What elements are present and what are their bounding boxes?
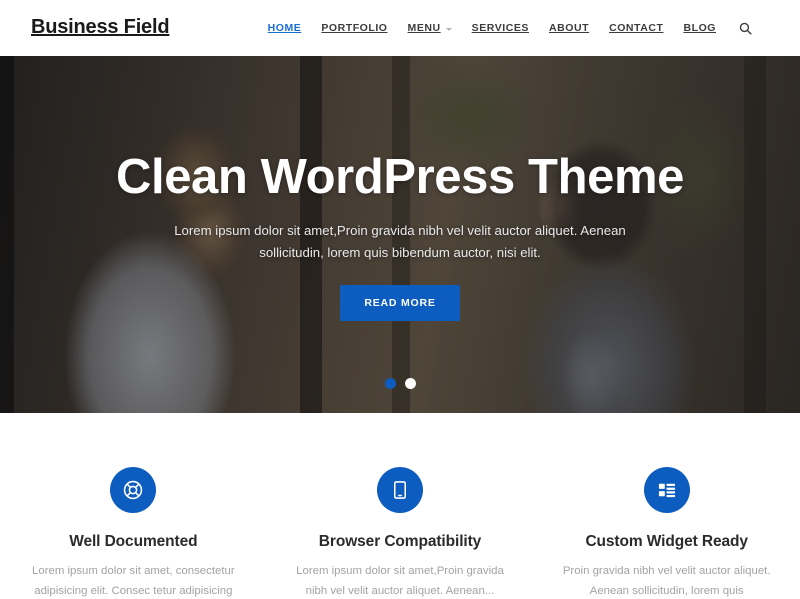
nav-item-label: CONTACT (609, 22, 664, 34)
nav-item-blog[interactable]: BLOG (673, 22, 726, 34)
hero-content: Clean WordPress Theme Lorem ipsum dolor … (0, 56, 800, 413)
site-logo[interactable]: Business Field (31, 16, 170, 39)
nav-item-portfolio[interactable]: PORTFOLIO (311, 22, 397, 34)
hero-title: Clean WordPress Theme (116, 150, 684, 204)
read-more-button[interactable]: READ MORE (340, 285, 460, 321)
nav-item-home[interactable]: HOME (258, 22, 312, 34)
hero-slider: Clean WordPress Theme Lorem ipsum dolor … (0, 56, 800, 413)
nav-item-label: MENU (407, 22, 441, 34)
nav-item-label: PORTFOLIO (321, 22, 388, 34)
nav-item-about[interactable]: ABOUT (539, 22, 599, 34)
search-icon[interactable] (735, 22, 756, 35)
feature-description: Lorem ipsum dolor sit amet, consectetur … (32, 565, 235, 597)
tablet-device-icon[interactable] (377, 467, 423, 513)
widget-list-icon[interactable] (643, 467, 690, 513)
nav-item-label: BLOG (683, 22, 716, 34)
nav-item-label: HOME (267, 22, 302, 34)
nav-item-label: ABOUT (548, 22, 590, 34)
feature-card-custom-widget-ready: Custom Widget Ready Proin gravida nibh v… (533, 467, 800, 599)
nav-item-contact[interactable]: CONTACT (599, 22, 673, 34)
nav-item-label: SERVICES (471, 22, 529, 34)
hero-subtitle: Lorem ipsum dolor sit amet,Proin gravida… (174, 223, 626, 261)
site-header: Business Field HOME PORTFOLIO MENU SERVI… (0, 0, 800, 56)
feature-description: Lorem ipsum dolor sit amet,Proin gravida… (296, 565, 504, 597)
slider-dot-1[interactable] (384, 378, 396, 389)
feature-card-well-documented: Well Documented Lorem ipsum dolor sit am… (0, 467, 267, 599)
feature-title: Browser Compatibility (318, 533, 482, 550)
chevron-down-icon (445, 27, 452, 31)
life-ring-icon[interactable] (110, 467, 157, 513)
nav-item-services[interactable]: SERVICES (462, 22, 539, 34)
nav-item-menu[interactable]: MENU (398, 22, 462, 34)
slider-dot-2[interactable] (404, 378, 416, 389)
feature-description: Proin gravida nibh vel velit auctor aliq… (562, 565, 771, 597)
features-section: Well Documented Lorem ipsum dolor sit am… (0, 413, 800, 599)
feature-card-browser-compatibility: Browser Compatibility Lorem ipsum dolor … (267, 467, 534, 599)
slider-pagination (0, 378, 800, 389)
feature-title: Custom Widget Ready (585, 533, 748, 550)
main-navigation: HOME PORTFOLIO MENU SERVICES ABOUT CONTA… (258, 0, 756, 56)
feature-title: Well Documented (69, 533, 198, 550)
